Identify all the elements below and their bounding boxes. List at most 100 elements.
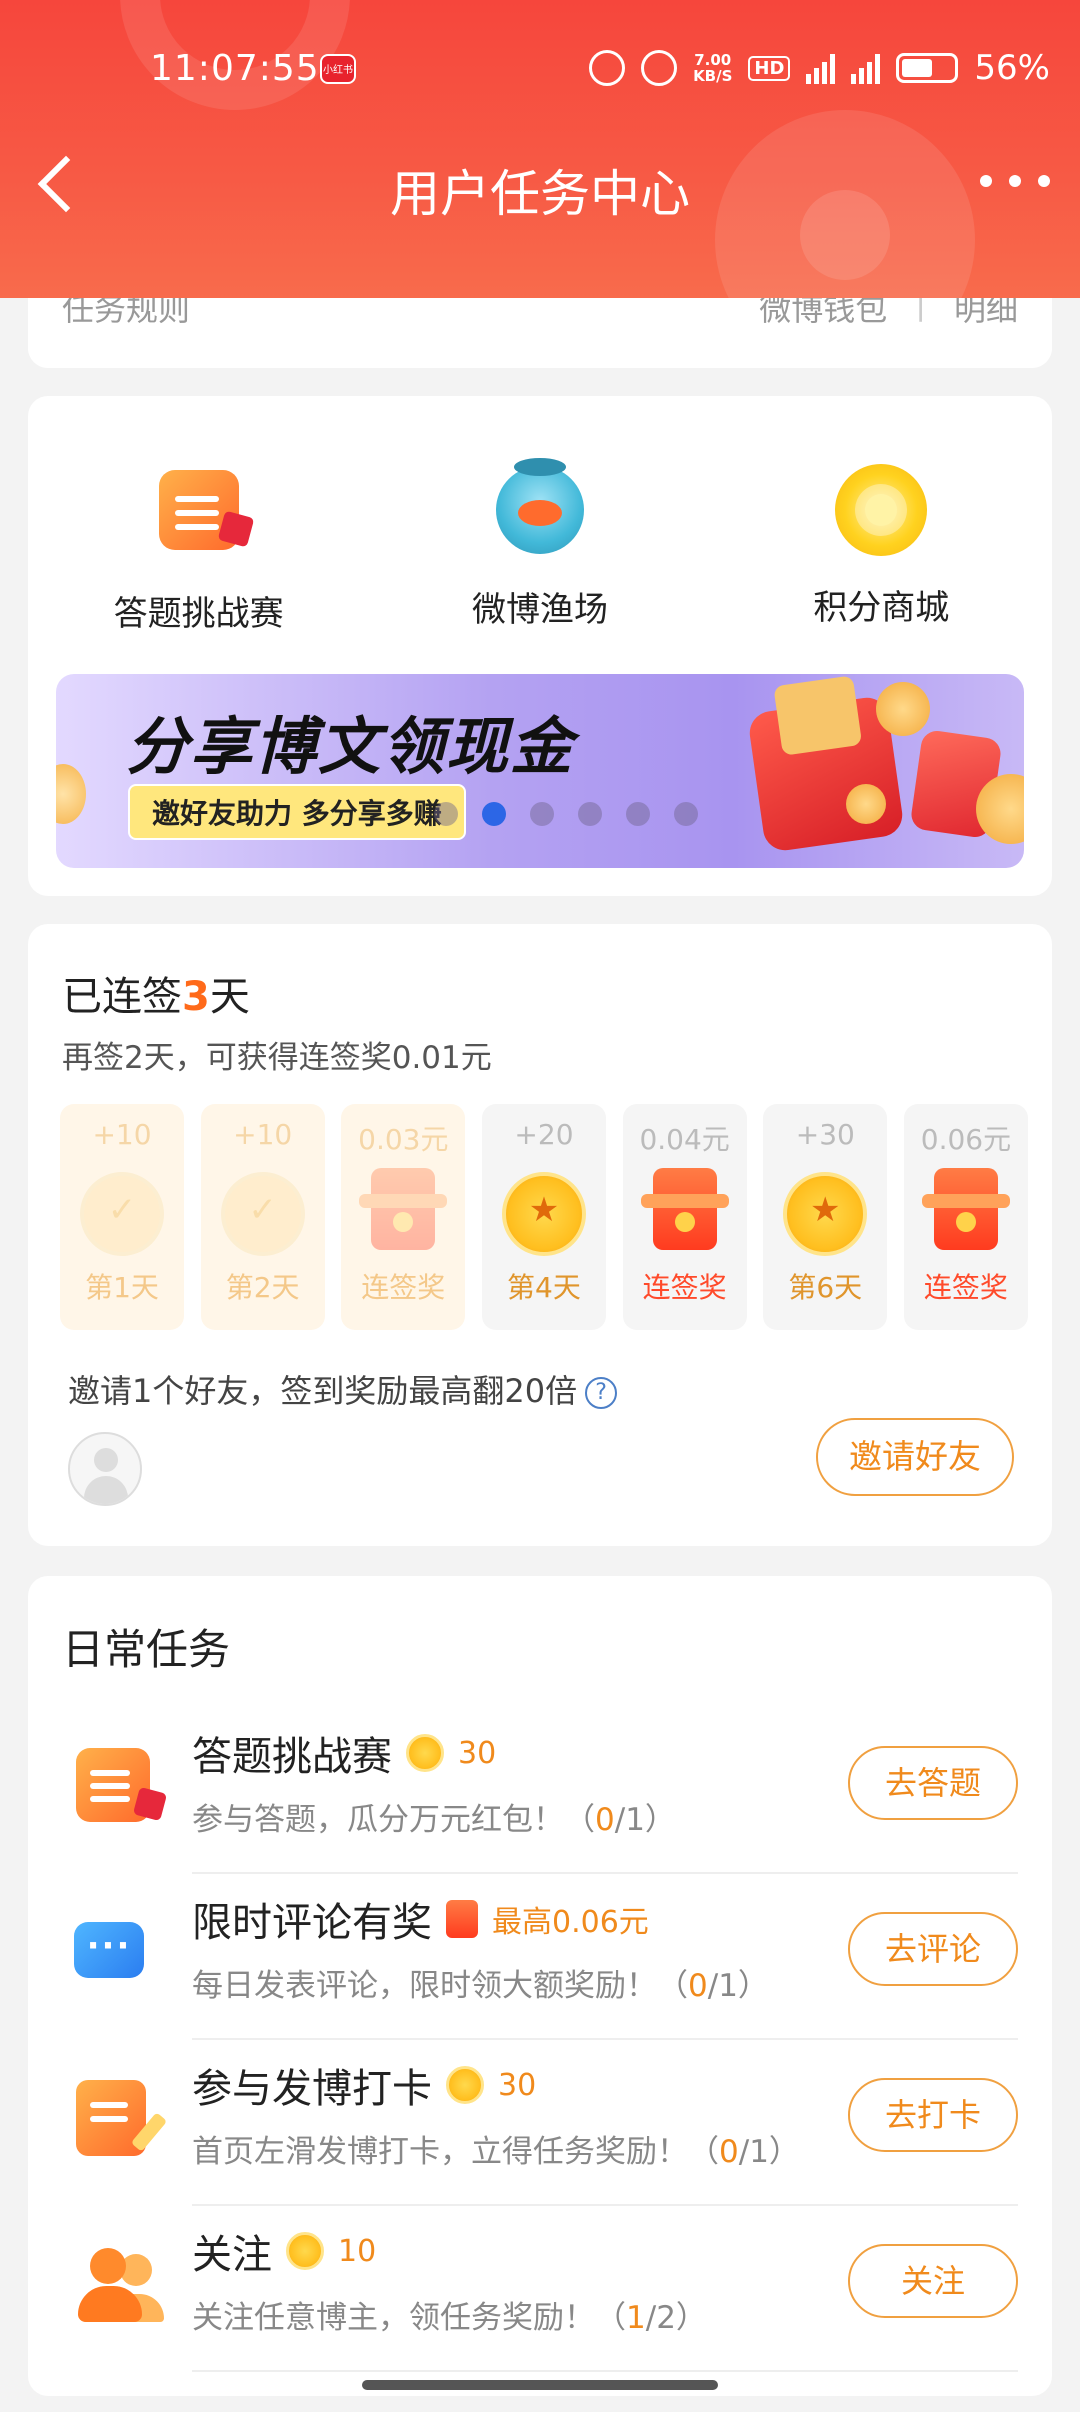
day-label: 连签奖 <box>361 1271 446 1304</box>
alarm-icon <box>589 50 626 86</box>
task-description: 首页左滑发博打卡，立得任务奖励！ <box>192 2134 688 2170</box>
sign-in-day: +10 第1天 <box>60 1104 184 1330</box>
entry-points-mall[interactable]: 积分商城 <box>711 462 1052 635</box>
day-label: 第4天 <box>507 1271 581 1304</box>
wallet-link[interactable]: 微博钱包 <box>759 298 887 330</box>
entries-card: 答题挑战赛 微博渔场 积分商城 分享博文领现金 邀好友助力 多分享多赚 <box>28 396 1052 896</box>
rules-link[interactable]: 任务规则 <box>62 298 190 330</box>
task-action-button[interactable]: 去评论 <box>848 1912 1018 1986</box>
day-reward: 0.03元 <box>358 1123 449 1156</box>
coin-icon <box>286 2232 324 2270</box>
task-name: 答题挑战赛 <box>192 1734 392 1780</box>
task-progress: （0/1） <box>688 2134 800 2170</box>
daily-tasks-title: 日常任务 <box>62 1625 231 1674</box>
day-reward: +10 <box>92 1118 152 1151</box>
promo-banner[interactable]: 分享博文领现金 邀好友助力 多分享多赚 <box>56 674 1024 868</box>
sign-in-day: +20 第4天 <box>481 1104 606 1330</box>
streak-count: 3 <box>182 974 210 1020</box>
day-reward: 0.06元 <box>920 1123 1012 1156</box>
carousel-dot[interactable] <box>482 802 506 826</box>
fish-icon <box>495 458 584 554</box>
task-action-button[interactable]: 关注 <box>848 2244 1018 2318</box>
mute-icon <box>641 50 678 86</box>
rules-card-visible: 任务规则 微博钱包 | 明细 <box>28 298 1052 368</box>
day-reward: +10 <box>233 1118 293 1151</box>
task-name: 参与发博打卡 <box>192 2066 432 2112</box>
carousel-dot[interactable] <box>626 802 650 826</box>
carousel-dot[interactable] <box>530 802 554 826</box>
task-row: 参与发博打卡 30 首页左滑发博打卡，立得任务奖励！（0/1） 去打卡 <box>28 2038 1052 2204</box>
red-packet-icon <box>359 1168 448 1250</box>
entry-quiz[interactable]: 答题挑战赛 <box>28 462 369 635</box>
notification-app-icon: 小红书 <box>320 54 356 84</box>
post-icon <box>70 2074 156 2160</box>
day-reward: 0.04元 <box>639 1123 730 1156</box>
coin-icon <box>783 1172 868 1256</box>
coin-icon <box>80 1172 164 1256</box>
banner-title: 分享博文领现金 <box>126 710 575 783</box>
sign-in-days: +10 第1天 +10 第2天 0.03元连签奖 +20 第4天 0.04元连签奖 +30 第6天… <box>60 1104 1028 1330</box>
follow-icon <box>70 2240 156 2326</box>
battery-icon <box>896 53 959 83</box>
help-icon[interactable]: ? <box>585 1377 618 1409</box>
net-speed: 7.00 KB/S <box>693 51 733 85</box>
entry-label: 积分商城 <box>813 588 950 628</box>
task-description: 关注任意博主，领任务奖励！ <box>192 2300 595 2336</box>
task-name: 限时评论有奖 <box>192 1900 432 1946</box>
coin-decoration <box>876 682 930 736</box>
task-description: 参与答题，瓜分万元红包！ <box>192 1802 564 1838</box>
carousel-dot[interactable] <box>674 802 698 826</box>
day-label: 第2天 <box>225 1271 300 1304</box>
sign-in-title: 已连签3天 <box>62 974 250 1020</box>
task-reward: 30 <box>498 2067 537 2103</box>
sign-in-day: +10 第2天 <box>200 1104 325 1330</box>
header: 11:07:55 小红书 7.00 KB/S HD 56% 用户任务中心 <box>0 0 1080 298</box>
sign-in-subtitle: 再签2天，可获得连签奖0.01元 <box>62 1040 492 1076</box>
carousel-dots <box>434 802 698 826</box>
day-label: 第6天 <box>788 1271 863 1304</box>
coin-decoration <box>56 764 86 824</box>
friend-avatar-placeholder[interactable] <box>68 1432 142 1506</box>
detail-link[interactable]: 明细 <box>954 298 1018 330</box>
task-reward: 30 <box>458 1735 497 1771</box>
task-row: 答题挑战赛 30 参与答题，瓜分万元红包！（0/1） 去答题 <box>28 1706 1052 1872</box>
quiz-icon <box>158 470 239 550</box>
quiz-icon <box>70 1742 156 1828</box>
home-indicator[interactable] <box>362 2380 718 2390</box>
task-description: 每日发表评论，限时领大额奖励！ <box>192 1968 657 2004</box>
task-row: 关注 10 关注任意博主，领任务奖励！（1/2） 关注 <box>28 2204 1052 2370</box>
coin-icon <box>220 1172 305 1256</box>
task-action-button[interactable]: 去答题 <box>848 1746 1018 1820</box>
hd-icon: HD <box>748 55 791 81</box>
more-icon[interactable] <box>980 166 1050 196</box>
day-label: 连签奖 <box>923 1271 1008 1304</box>
sign-in-card: 已连签3天 再签2天，可获得连签奖0.01元 +10 第1天 +10 第2天 0.03元… <box>28 924 1052 1546</box>
link-separator: | <box>915 298 926 322</box>
day-reward: +30 <box>795 1118 855 1151</box>
task-action-button[interactable]: 去打卡 <box>848 2078 1018 2152</box>
task-name: 关注 <box>192 2232 272 2278</box>
mall-icon <box>835 464 928 556</box>
carousel-dot[interactable] <box>434 802 458 826</box>
task-row: 限时评论有奖 最高0.06元每日发表评论，限时领大额奖励！（0/1） 去评论 <box>28 1872 1052 2038</box>
carousel-dot[interactable] <box>578 802 602 826</box>
coin-icon <box>446 2066 484 2104</box>
task-reward: 最高0.06元 <box>492 1905 649 1940</box>
signal-icon <box>806 52 836 84</box>
invite-text: 邀请1个好友，签到奖励最高翻20倍? <box>68 1366 618 1412</box>
entry-fishery[interactable]: 微博渔场 <box>369 458 710 635</box>
red-packet-icon <box>446 1900 478 1938</box>
invite-friends-button[interactable]: 邀请好友 <box>816 1418 1014 1496</box>
entry-label: 微博渔场 <box>471 590 608 630</box>
sign-in-day: 0.04元 连签奖 <box>622 1104 747 1330</box>
red-packet-icon <box>640 1168 729 1250</box>
page-title: 用户任务中心 <box>390 165 690 223</box>
entry-label: 答题挑战赛 <box>113 594 284 634</box>
coin-icon <box>406 1734 444 1772</box>
battery-percent: 56% <box>974 48 1050 88</box>
coin-icon <box>501 1172 586 1256</box>
task-progress: （1/2） <box>595 2300 707 2336</box>
divider <box>192 2370 1018 2372</box>
task-progress: （0/1） <box>657 1968 769 2004</box>
coin-decoration <box>846 784 886 824</box>
